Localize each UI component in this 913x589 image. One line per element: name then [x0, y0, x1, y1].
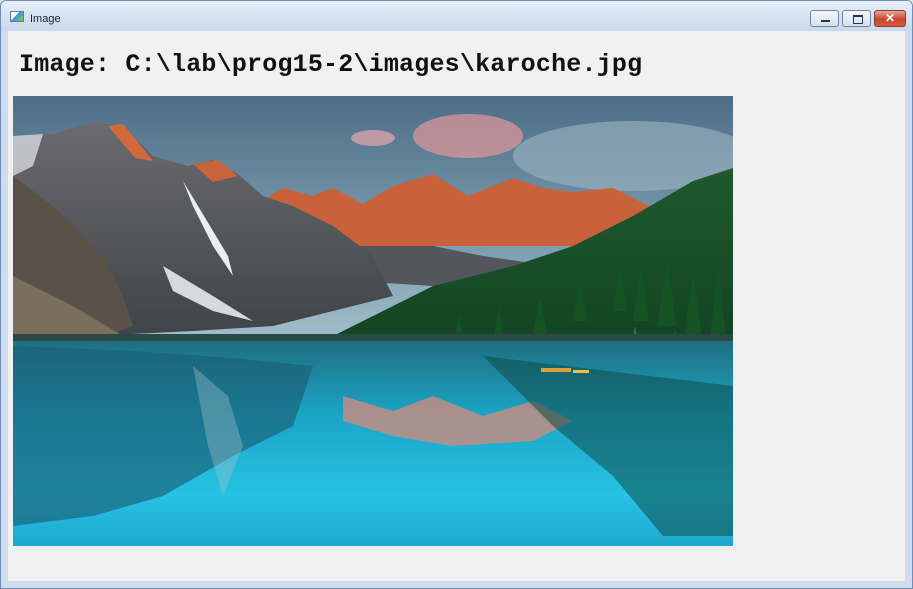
window-title: Image [30, 13, 61, 25]
close-icon: ✕ [884, 11, 896, 25]
maximize-icon [843, 11, 870, 26]
title-bar[interactable]: Image ✕ [1, 1, 912, 31]
image-window: Image ✕ Image: C:\lab\prog15-2\images\ka… [0, 0, 913, 589]
image-path-label: Image: C:\lab\prog15-2\images\karoche.jp… [19, 50, 643, 79]
app-window-icon [10, 11, 24, 22]
maximize-button[interactable] [842, 10, 871, 27]
client-area: Image: C:\lab\prog15-2\images\karoche.jp… [8, 31, 905, 581]
landscape-photo [13, 96, 733, 546]
minimize-button[interactable] [810, 10, 839, 27]
close-button[interactable]: ✕ [874, 10, 906, 27]
minimize-icon [811, 11, 838, 26]
